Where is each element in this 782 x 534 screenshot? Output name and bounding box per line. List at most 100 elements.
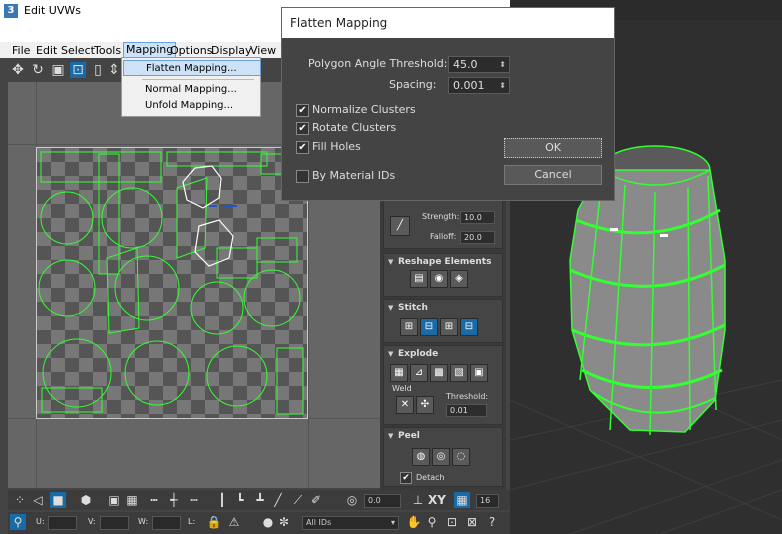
weld-selected-icon[interactable]: ✕: [396, 396, 414, 414]
flatten-icon[interactable]: ▩: [430, 364, 448, 382]
v-input[interactable]: [100, 516, 129, 530]
stitch-custom-icon[interactable]: ⊞: [400, 318, 418, 336]
rotate-snap-icon[interactable]: ◎: [344, 492, 360, 508]
rotate-angle-input[interactable]: 0.0: [364, 494, 401, 508]
stitch-average-icon[interactable]: ⊞: [440, 318, 458, 336]
menu-options[interactable]: Options: [170, 44, 212, 57]
grow-select-icon[interactable]: ▣: [106, 492, 122, 508]
w-input[interactable]: [152, 516, 181, 530]
rotate-clusters-checkbox[interactable]: ✔: [296, 122, 309, 135]
falloff-label: Falloff:: [430, 232, 457, 241]
stitch-buttons: ⊞ ⊟ ⊞ ⊟: [400, 318, 478, 336]
collapse-arrow-icon[interactable]: ▼: [388, 350, 393, 358]
reset-peel-icon[interactable]: ◌: [452, 448, 470, 466]
weld-target-icon[interactable]: ✣: [416, 396, 434, 414]
zoom-icon[interactable]: ⚲: [424, 514, 440, 530]
rotate-icon[interactable]: ↻: [30, 62, 46, 78]
freeform-icon[interactable]: ⊡: [70, 62, 86, 78]
spacing-spinner[interactable]: 0.001 ⬍: [448, 77, 510, 94]
stitch-target-icon[interactable]: ⊟: [460, 318, 478, 336]
align-bottom-icon[interactable]: ┻: [252, 492, 268, 508]
align-vertical-icon[interactable]: ┃: [214, 492, 230, 508]
lock-icon[interactable]: ⊥: [410, 492, 426, 508]
scale-icon[interactable]: ▣: [50, 62, 66, 78]
menu-item-label: Normal Mapping...: [145, 84, 237, 95]
warning-icon[interactable]: ⚠: [226, 514, 242, 530]
straighten-icon[interactable]: ▤: [410, 270, 428, 288]
xy-label[interactable]: XY: [428, 493, 446, 507]
edge-select-icon[interactable]: ◁: [30, 492, 46, 508]
checker-icon[interactable]: ▧: [450, 364, 468, 382]
ok-button[interactable]: OK: [504, 138, 602, 158]
by-material-ids-checkbox[interactable]: [296, 170, 309, 183]
ring-select-icon[interactable]: ┽: [166, 492, 182, 508]
mirror-vertical-icon[interactable]: ⇕: [106, 62, 122, 78]
menu-item-flatten-mapping[interactable]: Flatten Mapping...: [123, 60, 261, 76]
align-left-icon[interactable]: ┗: [232, 492, 248, 508]
stitch-source-icon[interactable]: ⊟: [420, 318, 438, 336]
relax-icon[interactable]: ◉: [430, 270, 448, 288]
help-icon[interactable]: ?: [484, 514, 500, 530]
collapse-arrow-icon[interactable]: ▼: [388, 258, 393, 266]
cancel-button[interactable]: Cancel: [504, 165, 602, 185]
grid-size-input[interactable]: 16: [476, 494, 499, 508]
u-input[interactable]: [48, 516, 77, 530]
menu-tools[interactable]: Tools: [94, 44, 121, 57]
freeze-icon[interactable]: ✼: [276, 514, 292, 530]
zoom-extents-icon[interactable]: ⊠: [464, 514, 480, 530]
hide-icon[interactable]: ●: [260, 514, 276, 530]
threshold-label: Threshold:: [446, 392, 489, 401]
menu-separator: [142, 79, 254, 80]
paint-brush-icon[interactable]: ╱: [390, 216, 410, 236]
menu-item-unfold-mapping[interactable]: Unfold Mapping...: [123, 98, 259, 114]
select-mode-icon[interactable]: ⁘: [12, 492, 28, 508]
collapse-arrow-icon[interactable]: ▼: [388, 304, 393, 312]
reshape-buttons: ▤ ◉ ◈: [410, 270, 468, 288]
reshape-elements-section: ▼ Reshape Elements ▤ ◉ ◈: [383, 253, 503, 297]
weld-label: Weld: [392, 384, 412, 393]
element-select-icon[interactable]: ⬢: [78, 492, 94, 508]
explode-section: ▼ Explode ▦ ⊿ ▩ ▧ ▣ Weld ✕ ✣ Threshold: …: [383, 345, 503, 425]
break-icon[interactable]: ▦: [390, 364, 408, 382]
loop-select-icon[interactable]: ┅: [146, 492, 162, 508]
spinner-arrows-icon[interactable]: ⬍: [499, 78, 506, 93]
detach-checkbox[interactable]: ✔: [400, 472, 412, 484]
menu-mapping[interactable]: Mapping: [123, 42, 177, 58]
explode-to-group-icon[interactable]: ▣: [470, 364, 488, 382]
polygon-angle-threshold-spinner[interactable]: 45.0 ⬍: [448, 56, 510, 73]
normalize-clusters-checkbox[interactable]: ✔: [296, 104, 309, 117]
brush-icon[interactable]: ⟋: [290, 492, 306, 508]
threshold-spinner[interactable]: 0.01: [446, 404, 487, 417]
detach-edge-icon[interactable]: ⊿: [410, 364, 428, 382]
quick-peel-icon[interactable]: ◍: [412, 448, 430, 466]
fill-holes-checkbox[interactable]: ✔: [296, 141, 309, 154]
mapping-dropdown: Flatten Mapping... Normal Mapping... Unf…: [121, 57, 261, 117]
menu-select[interactable]: Select: [61, 44, 95, 57]
shrink-select-icon[interactable]: ▦: [124, 492, 140, 508]
strength-spinner[interactable]: 10.0: [460, 211, 495, 224]
face-select-icon[interactable]: ■: [50, 492, 66, 508]
uv-mode-icon[interactable]: ⚲: [10, 514, 26, 530]
pan-icon[interactable]: ✋: [406, 514, 422, 530]
edge-loop-icon[interactable]: ┉: [186, 492, 202, 508]
mirror-icon[interactable]: ▯: [90, 62, 106, 78]
menu-edit[interactable]: Edit: [36, 44, 57, 57]
cube-icon[interactable]: ◈: [450, 270, 468, 288]
pen-icon[interactable]: ✐: [308, 492, 324, 508]
zoom-region-icon[interactable]: ⊡: [444, 514, 460, 530]
menu-item-normal-mapping[interactable]: Normal Mapping...: [123, 82, 259, 98]
menu-file[interactable]: File: [12, 44, 30, 57]
grid-snap-icon[interactable]: ▦: [454, 492, 470, 508]
spinner-arrows-icon[interactable]: ⬍: [499, 57, 506, 72]
menu-view[interactable]: View: [250, 44, 276, 57]
uv-checker-grid[interactable]: [36, 147, 308, 419]
menu-display[interactable]: Display: [211, 44, 252, 57]
collapse-arrow-icon[interactable]: ▼: [388, 432, 393, 440]
lock-selection-icon[interactable]: 🔒: [206, 514, 222, 530]
falloff-spinner[interactable]: 20.0: [460, 231, 495, 244]
window-title: Edit UVWs: [24, 4, 81, 17]
move-icon[interactable]: ✥: [10, 62, 26, 78]
peel-mode-icon[interactable]: ◎: [432, 448, 450, 466]
material-id-select[interactable]: All IDs ▾: [302, 516, 399, 530]
paint-icon[interactable]: ╱: [270, 492, 286, 508]
